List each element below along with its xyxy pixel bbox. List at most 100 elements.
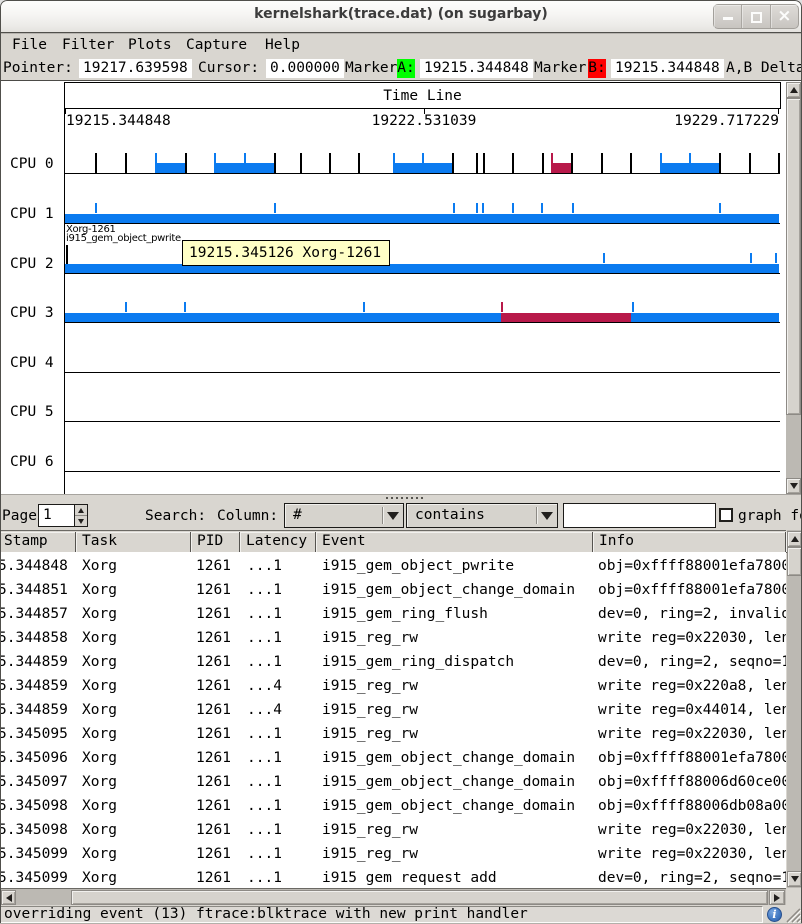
cell-latency: ...1 — [247, 607, 282, 625]
cpu0-bar — [214, 163, 274, 173]
cpu-label-5: CPU 5 — [10, 404, 54, 420]
cell-info: write reg=0x220a8, len=4 — [598, 679, 786, 697]
pointer-bar-value-1: 19217.639598 — [79, 59, 192, 78]
cell-task: Xorg — [82, 751, 117, 769]
table-vscroll-trough[interactable] — [787, 530, 802, 888]
match-dropdown-separator — [536, 507, 537, 524]
match-dropdown-arrow-icon — [541, 512, 553, 520]
cpu0-event-tick — [155, 153, 157, 163]
column-header-task[interactable]: Task — [76, 532, 191, 553]
cell-latency: ...1 — [247, 631, 282, 649]
table-row-10[interactable]: 5.345098Xorg1261...1i915_gem_object_chan… — [0, 792, 786, 816]
page-spin-down-button[interactable] — [75, 516, 87, 526]
menu-item-filter[interactable]: Filter — [62, 36, 114, 55]
cpu1-event-tick — [719, 203, 721, 213]
info-icon[interactable]: i — [767, 907, 782, 922]
menu-item-plots[interactable]: Plots — [128, 36, 172, 55]
cpu-label-2: CPU 2 — [10, 256, 54, 272]
cpu-baseline-1 — [64, 223, 780, 224]
graph-vscroll-down-button[interactable] — [786, 478, 801, 494]
cpu-baseline-4 — [64, 372, 780, 373]
splitter-dot — [396, 497, 398, 499]
page-spinbox[interactable]: 1 — [38, 504, 88, 527]
cell-stamp: 5.345099 — [0, 847, 68, 865]
cpu1-event-tick — [512, 203, 514, 213]
resize-grip[interactable] — [786, 907, 801, 923]
match-dropdown-value: contains — [415, 504, 485, 527]
scroll-right-icon — [774, 894, 780, 902]
hscroll-thumb[interactable] — [71, 890, 768, 905]
splitter-dot — [411, 497, 413, 499]
column-header-latency[interactable]: Latency — [240, 532, 316, 553]
cell-event: i915_gem_object_change_domain — [322, 751, 575, 769]
graph-vscroll-up-button[interactable] — [786, 82, 801, 98]
cpu0-event-tick — [329, 153, 331, 173]
cpu0-event-tick — [749, 153, 751, 173]
page-spin-up-button[interactable] — [75, 505, 87, 516]
table-vscroll-thumb[interactable] — [787, 547, 802, 576]
table-row-1[interactable]: 5.344851Xorg1261...1i915_gem_object_chan… — [0, 576, 786, 600]
cpu0-event-tick — [95, 153, 97, 173]
table-row-6[interactable]: 5.344859Xorg1261...4i915_reg_rwwrite reg… — [0, 696, 786, 720]
cpu0-event-tick — [300, 153, 302, 173]
table-row-0[interactable]: 5.344848Xorg1261...1i915_gem_object_pwri… — [0, 552, 786, 576]
page-spinbox-buttons — [74, 505, 87, 526]
cell-info: write reg=0x22030, len=4 — [598, 631, 786, 649]
column-header-stamp[interactable]: Stamp — [0, 532, 76, 553]
cpu3-event-tick — [125, 302, 127, 312]
hscroll-right-button[interactable] — [769, 890, 785, 905]
cell-event: i915_reg_rw — [322, 679, 418, 697]
table-row-8[interactable]: 5.345096Xorg1261...1i915_gem_object_chan… — [0, 744, 786, 768]
close-button[interactable]: × — [771, 5, 798, 28]
pane-splitter-handle[interactable] — [0, 494, 802, 501]
table-row-9[interactable]: 5.345097Xorg1261...1i915_gem_object_chan… — [0, 768, 786, 792]
table-row-13[interactable]: 5.345099Xorg1261...1i915_gem_request_add… — [0, 864, 786, 885]
graph-vscroll-thumb[interactable] — [786, 98, 801, 415]
window-border-left — [0, 33, 1, 924]
cell-pid: 1261 — [196, 559, 231, 577]
column-header-info[interactable]: Info — [593, 532, 786, 553]
table-row-12[interactable]: 5.345099Xorg1261...1i915_reg_rwwrite reg… — [0, 840, 786, 864]
table-vscroll-up-button[interactable] — [787, 531, 802, 547]
cpu3-event-tick — [363, 302, 365, 312]
table-row-5[interactable]: 5.344859Xorg1261...4i915_reg_rwwrite reg… — [0, 672, 786, 696]
table-vscroll-down-button[interactable] — [787, 871, 802, 887]
menu-item-help[interactable]: Help — [265, 36, 300, 55]
spin-down-icon — [78, 519, 84, 524]
cell-task: Xorg — [82, 607, 117, 625]
title-bar[interactable]: kernelshark(trace.dat) (on sugarbay) × — [0, 0, 802, 34]
cpu0-event-tick — [274, 153, 276, 173]
menu-item-capture[interactable]: Capture — [186, 36, 247, 55]
splitter-dot — [386, 497, 388, 499]
axis-label-0: 19215.344848 — [66, 113, 171, 129]
cell-pid: 1261 — [196, 751, 231, 769]
cell-pid: 1261 — [196, 631, 231, 649]
graph-follows-checkbox[interactable] — [719, 508, 733, 522]
resize-grip-lines — [786, 907, 801, 923]
status-bar: overriding event (13) ftrace:blktrace wi… — [0, 905, 802, 924]
hscroll-left-button[interactable] — [1, 890, 16, 905]
cell-info: obj=0xffff88006d60ce00, — [598, 775, 786, 793]
table-row-4[interactable]: 5.344859Xorg1261...1i915_gem_ring_dispat… — [0, 648, 786, 672]
cell-task: Xorg — [82, 583, 117, 601]
cpu0-event-tick — [689, 153, 691, 163]
menu-item-file[interactable]: File — [12, 36, 47, 55]
cpu3-event-tick — [184, 302, 186, 312]
match-dropdown[interactable]: contains — [406, 503, 558, 528]
splitter-dot — [421, 497, 423, 499]
cell-stamp: 5.344858 — [0, 631, 68, 649]
window-controls: × — [713, 4, 799, 29]
search-input[interactable] — [563, 503, 716, 528]
graph-panel[interactable]: Time Line19215.34484819222.53103919229.7… — [0, 80, 802, 494]
column-header-pid[interactable]: PID — [191, 532, 240, 553]
minimize-button[interactable] — [714, 5, 742, 28]
table-row-2[interactable]: 5.344857Xorg1261...1i915_gem_ring_flushd… — [0, 600, 786, 624]
cpu3-bar — [501, 313, 631, 322]
column-dropdown[interactable]: # — [284, 503, 404, 528]
table-row-11[interactable]: 5.345098Xorg1261...1i915_reg_rwwrite reg… — [0, 816, 786, 840]
maximize-button[interactable] — [742, 5, 770, 28]
table-row-7[interactable]: 5.345095Xorg1261...1i915_reg_rwwrite reg… — [0, 720, 786, 744]
column-header-event[interactable]: Event — [316, 532, 593, 553]
cell-task: Xorg — [82, 775, 117, 793]
table-row-3[interactable]: 5.344858Xorg1261...1i915_reg_rwwrite reg… — [0, 624, 786, 648]
